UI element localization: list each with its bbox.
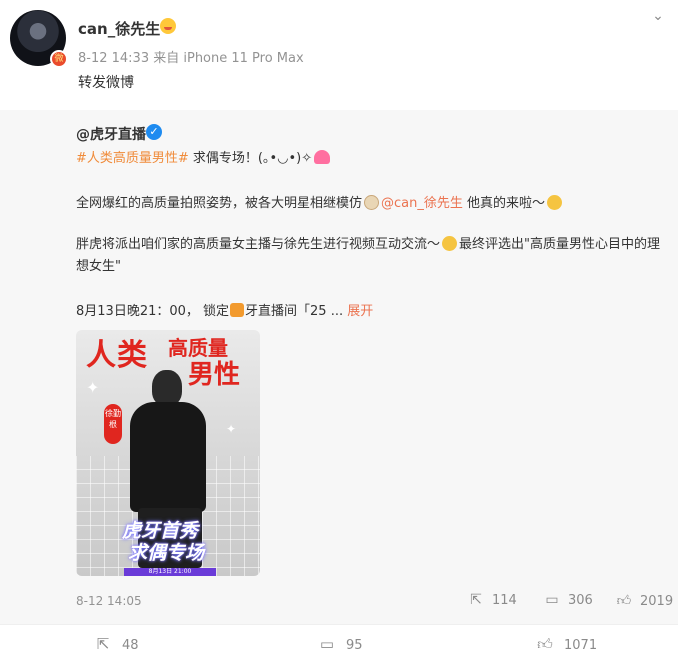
original-line-4: 8月13日晚21：00， 锁定 牙直播间「25 ... 展开 bbox=[76, 300, 373, 319]
chevron-down-icon[interactable]: ⌄ bbox=[648, 6, 668, 26]
expand-link[interactable]: 展开 bbox=[347, 304, 373, 319]
shocked-face-icon bbox=[547, 195, 563, 210]
original-comment-button[interactable]: ▭ 306 bbox=[544, 592, 593, 610]
bottom-toolbar: ⇱ 48 ▭ 95 👍︎ 1071 bbox=[0, 624, 678, 662]
line-3-text: 胖虎将派出咱们家的高质量女主播与徐先生进行视频互动交流～ bbox=[76, 237, 441, 252]
smiling-face-icon bbox=[160, 18, 176, 34]
line-4-mid: 牙直播间「25 ... bbox=[245, 304, 348, 319]
original-line-2: 全网爆红的高质量拍照姿势，被各大明星相继模仿 @can_徐先生 他真的来啦～ bbox=[76, 192, 564, 211]
line-4-text: 8月13日晚21：00， 锁定 bbox=[76, 304, 230, 319]
like-count: 1071 bbox=[564, 638, 598, 653]
original-like-button[interactable]: 👍︎ 2019 bbox=[616, 592, 673, 610]
huya-tiger-icon bbox=[230, 303, 245, 317]
original-repost-count: 114 bbox=[492, 593, 517, 608]
comment-icon: ▭ bbox=[545, 592, 559, 608]
sparkle-icon: ✦ bbox=[86, 378, 100, 397]
embedded-original-post[interactable]: @虎牙直播 ✓ #人类高质量男性# 求偶专场！(｡•◡•)✧ 全网爆红的高质量拍… bbox=[0, 110, 678, 624]
avatar[interactable]: 微 bbox=[10, 10, 70, 70]
repost-icon: ⇱ bbox=[470, 592, 482, 608]
dog-face-icon bbox=[364, 195, 380, 210]
sparkle-icon: ✦ bbox=[226, 422, 237, 436]
comment-count: 95 bbox=[346, 638, 363, 653]
comment-icon: ▭ bbox=[319, 635, 335, 653]
thumbs-up-icon: 👍︎ bbox=[616, 593, 632, 609]
poster-bottom-title-2: 求偶专场 bbox=[128, 542, 205, 564]
line-2-suffix: 他真的来啦～ bbox=[462, 196, 546, 211]
repost-count: 48 bbox=[122, 638, 139, 653]
line-2-text: 全网爆红的高质量拍照姿势，被各大明星相继模仿 bbox=[76, 196, 363, 211]
comment-button[interactable]: ▭ 95 bbox=[318, 635, 363, 655]
original-repost-button[interactable]: ⇱ 114 bbox=[468, 592, 517, 610]
repost-text: 转发微博 bbox=[78, 75, 134, 91]
weibo-post: 微 can_徐先生 8-12 14:33 来自 iPhone 11 Pro Ma… bbox=[0, 0, 678, 662]
repost-icon: ⇱ bbox=[96, 635, 110, 653]
original-like-count: 2019 bbox=[640, 594, 674, 609]
original-comment-count: 306 bbox=[568, 593, 593, 608]
heart-icon bbox=[314, 150, 331, 164]
thumbs-up-icon: 👍︎ bbox=[537, 635, 553, 653]
username[interactable]: can_徐先生 bbox=[78, 18, 160, 39]
original-author[interactable]: @虎牙直播 bbox=[76, 124, 146, 144]
poster-title-a: 人类 bbox=[86, 338, 148, 373]
mention-link[interactable]: @can_徐先生 bbox=[381, 196, 463, 211]
weibo-badge-icon: 微 bbox=[50, 50, 68, 68]
tiger-face-icon bbox=[442, 236, 458, 251]
like-button[interactable]: 👍︎ 1071 bbox=[536, 635, 597, 655]
original-line-3: 胖虎将派出咱们家的高质量女主播与徐先生进行视频互动交流～ 最终评选出"高质量男性心… bbox=[76, 234, 666, 278]
verified-icon: ✓ bbox=[146, 124, 162, 140]
line-1-text: 求偶专场！(｡•◡•)✧ bbox=[188, 151, 313, 166]
person-body bbox=[130, 402, 206, 512]
repost-button[interactable]: ⇱ 48 bbox=[94, 635, 139, 655]
original-line-1: #人类高质量男性# 求偶专场！(｡•◡•)✧ bbox=[76, 147, 331, 166]
hashtag-link[interactable]: #人类高质量男性# bbox=[76, 151, 189, 166]
original-timestamp[interactable]: 8-12 14:05 bbox=[76, 594, 142, 608]
person-head bbox=[152, 370, 182, 406]
post-meta: 8-12 14:33 来自 iPhone 11 Pro Max bbox=[78, 51, 304, 66]
poster-date-strip: 8月13日 21:00 bbox=[124, 568, 216, 576]
poster-image[interactable]: 人类 高质量 男性 ✦ ✦ 徐勤根 虎牙首秀 求偶专场 8月13日 21:00 bbox=[76, 330, 260, 576]
